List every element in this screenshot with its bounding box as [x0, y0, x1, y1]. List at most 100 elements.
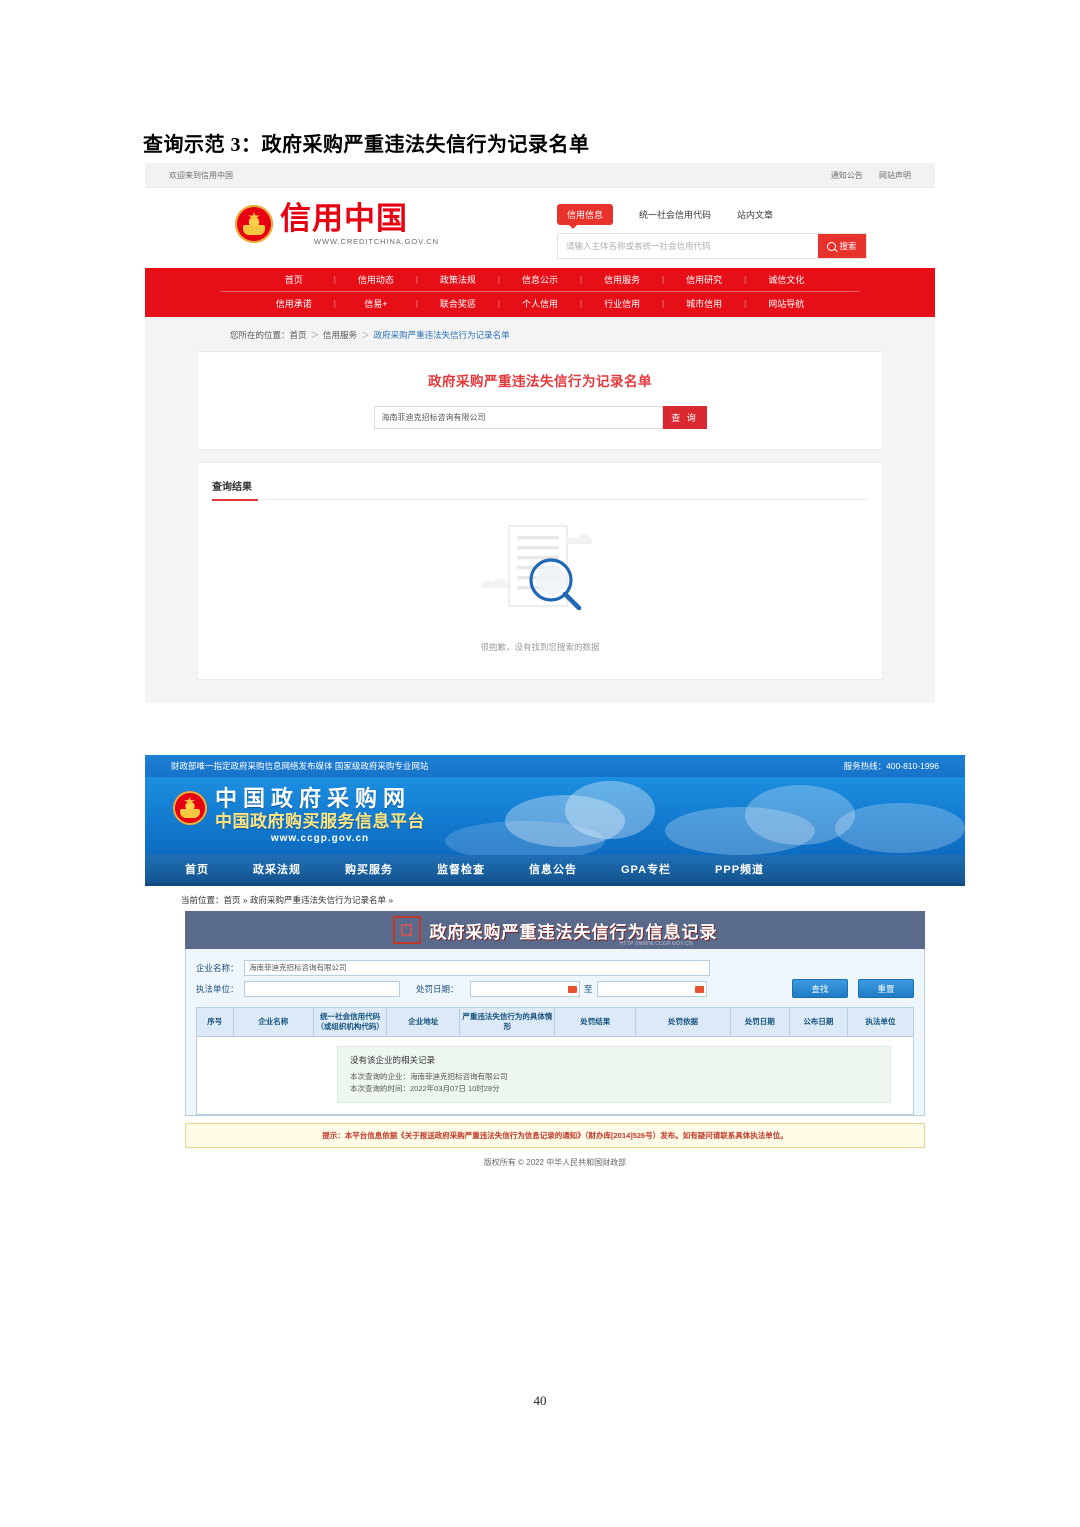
creditchina-topbar: 欢迎来到信用中国 通知公告 网站声明: [145, 163, 935, 188]
creditchina-nav: 首页 | 信用动态 | 政策法规 | 信息公示 | 信用服务 | 信用研究 | …: [145, 268, 935, 317]
breadcrumb-item-service[interactable]: 信用服务: [323, 330, 357, 340]
queried-time: 本次查询的时间：2022年03月07日 10时28分: [350, 1084, 500, 1093]
agency-date-row: 执法单位： 处罚日期： 至 查找 重置: [196, 978, 914, 999]
ccgp-slogan: 财政部唯一指定政府采购信息网络发布媒体 国家级政府采购专业网站: [171, 761, 429, 771]
th-violation-details: 严重违法失信行为的具体情形: [459, 1007, 556, 1037]
link-notices[interactable]: 通知公告: [831, 171, 863, 180]
ccgp-nav-purchase-service[interactable]: 购买服务: [345, 861, 393, 877]
table-header-row: 序号 企业名称 统一社会信用代码（或组织机构代码） 企业地址 严重违法失信行为的…: [196, 1007, 914, 1037]
ccgp-nav-ppp[interactable]: PPP频道: [715, 861, 764, 877]
search-input[interactable]: 请输入主体名称或者统一社会信用代码: [558, 234, 818, 258]
creditchina-logo[interactable]: 信用中国 WWW.CREDITCHINA.GOV.CN: [235, 202, 439, 246]
cloud-decor-icon: [835, 803, 965, 853]
tab-site-articles[interactable]: 站内文章: [737, 208, 773, 221]
th-enforcement-agency: 执法单位: [847, 1007, 914, 1037]
logo-url: WWW.CREDITCHINA.GOV.CN: [314, 237, 439, 246]
nav-item-integrity-culture[interactable]: 诚信文化: [746, 273, 826, 286]
link-site-statement[interactable]: 网站声明: [879, 171, 911, 180]
search-button-label: 搜索: [839, 241, 857, 251]
creditchina-header: 信用中国 WWW.CREDITCHINA.GOV.CN 信用信息 统一社会信用代…: [145, 188, 935, 268]
punish-date-label: 处罚日期：: [416, 983, 459, 994]
ccgp-nav-announcements[interactable]: 信息公告: [529, 861, 577, 877]
ccgp-nav-regulations[interactable]: 政采法规: [253, 861, 301, 877]
th-penalty-result: 处罚结果: [554, 1007, 636, 1037]
ccgp-body: 当前位置：首页 » 政府采购严重违法失信行为记录名单 » 囗 政府采购严重违法失…: [145, 886, 965, 1168]
company-label: 企业名称：: [196, 962, 239, 973]
national-emblem-icon: [173, 791, 207, 825]
empty-state-text: 很抱歉，没有找到您搜索的数据: [480, 642, 600, 652]
reset-button[interactable]: 重置: [858, 979, 914, 998]
no-record-area: 没有该企业的相关记录 本次查询的企业：海南菲迪克招标咨询有限公司 本次查询的时间…: [196, 1037, 914, 1115]
logo-title: 信用中国: [280, 201, 408, 237]
ccgp-record-title-bar: 囗 政府采购严重违法失信行为信息记录 HTTP://WWW.CCGP.GOV.C…: [185, 911, 925, 949]
nav-item-industry-credit[interactable]: 行业信用: [582, 297, 662, 310]
nav-item-joint-rewards[interactable]: 联合奖惩: [418, 297, 498, 310]
search-tabs: 信用信息 统一社会信用代码 站内文章: [557, 203, 867, 229]
tab-credit-info[interactable]: 信用信息: [557, 203, 614, 229]
calendar-icon[interactable]: [568, 983, 577, 993]
results-panel: 查询结果 很抱歉，没有找到您搜索的数据: [197, 462, 883, 680]
search-button[interactable]: 查找: [792, 979, 848, 998]
ccgp-record-title: 政府采购严重违法失信行为信息记录: [429, 922, 718, 942]
search-icon: [827, 241, 837, 251]
ccgp-logo[interactable]: 中国政府采购网 中国政府购买服务信息平台 www.ccgp.gov.cn: [173, 787, 425, 844]
nav-item-site-map[interactable]: 网站导航: [746, 297, 826, 310]
date-to-input[interactable]: [596, 980, 707, 997]
th-credit-code: 统一社会信用代码（或组织机构代码）: [313, 1007, 388, 1037]
breadcrumb-separator: ＞: [361, 330, 370, 340]
agency-input[interactable]: [244, 980, 400, 997]
breadcrumb-item-home[interactable]: 首页: [290, 330, 307, 340]
breadcrumb-prefix: 您所在的位置：: [230, 330, 290, 340]
ccgp-nav-supervision[interactable]: 监督检查: [437, 861, 485, 877]
results-title: 查询结果: [212, 482, 252, 493]
nav-row-secondary: 信用承诺 | 信易+ | 联合奖惩 | 个人信用 | 行业信用 | 城市信用 |…: [145, 292, 935, 315]
date-from-input[interactable]: [470, 980, 580, 997]
nav-item-xinyi-plus[interactable]: 信易+: [336, 297, 416, 310]
ccgp-nav: 首页 政采法规 购买服务 监督检查 信息公告 GPA专栏 PPP频道: [145, 855, 965, 886]
results-divider: [212, 499, 868, 501]
queried-company: 本次查询的企业：海南菲迪克招标咨询有限公司: [350, 1072, 508, 1081]
company-input[interactable]: 海南菲迪克招标咨询有限公司: [244, 959, 710, 976]
nav-item-personal-credit[interactable]: 个人信用: [500, 297, 580, 310]
ccgp-nav-home[interactable]: 首页: [185, 861, 209, 877]
nav-item-policy[interactable]: 政策法规: [418, 273, 498, 286]
nav-item-credit-news[interactable]: 信用动态: [336, 273, 416, 286]
th-index: 序号: [196, 1007, 234, 1037]
no-record-headline: 没有该企业的相关记录: [350, 1055, 436, 1065]
national-emblem-icon: [235, 205, 273, 243]
nav-item-city-credit[interactable]: 城市信用: [664, 297, 744, 310]
query-button[interactable]: 查 询: [662, 406, 707, 429]
calendar-icon[interactable]: [694, 983, 704, 993]
ccgp-hotline: 服务热线：400-810-1996: [843, 761, 939, 771]
nav-item-disclosure[interactable]: 信息公示: [500, 273, 580, 286]
company-name-input[interactable]: 海南菲迪克招标咨询有限公司: [373, 406, 663, 429]
ccgp-banner: 中国政府采购网 中国政府购买服务信息平台 www.ccgp.gov.cn: [145, 777, 965, 855]
ccgp-nav-gpa[interactable]: GPA专栏: [621, 861, 671, 877]
query-panel-title: 政府采购严重违法失信行为记录名单: [428, 374, 652, 389]
creditchina-screenshot: 欢迎来到信用中国 通知公告 网站声明 信用中国 WWW.CREDITCHINA.…: [145, 163, 935, 703]
th-company-address: 企业地址: [386, 1007, 461, 1037]
nav-item-credit-promise[interactable]: 信用承诺: [254, 297, 334, 310]
query-panel: 政府采购严重违法失信行为记录名单 海南菲迪克招标咨询有限公司 查 询: [197, 351, 883, 450]
tab-social-credit-code[interactable]: 统一社会信用代码: [639, 208, 711, 221]
page-title: 查询示范 3：政府采购严重违法失信行为记录名单: [143, 134, 590, 156]
nav-item-home[interactable]: 首页: [254, 273, 334, 286]
query-form: 海南菲迪克招标咨询有限公司 查 询: [198, 406, 882, 429]
search-box: 请输入主体名称或者统一社会信用代码 搜索: [557, 233, 867, 259]
th-publish-date: 公布日期: [788, 1007, 849, 1037]
nav-item-credit-service[interactable]: 信用服务: [582, 273, 662, 286]
nav-item-credit-research[interactable]: 信用研究: [664, 273, 744, 286]
th-company-name: 企业名称: [232, 1007, 315, 1037]
ccgp-query-panel: 企业名称： 海南菲迪克招标咨询有限公司 执法单位： 处罚日期： 至 查找 重置 …: [185, 949, 925, 1116]
ccgp-screenshot: 财政部唯一指定政府采购信息网络发布媒体 国家级政府采购专业网站 服务热线：400…: [145, 755, 965, 1215]
breadcrumb-item-current: 政府采购严重违法失信行为记录名单: [373, 330, 510, 340]
ccgp-topstrip: 财政部唯一指定政府采购信息网络发布媒体 国家级政府采购专业网站 服务热线：400…: [145, 755, 965, 777]
ccgp-url: www.ccgp.gov.cn: [270, 833, 370, 844]
ccgp-breadcrumb: 当前位置：首页 » 政府采购严重违法失信行为记录名单 »: [181, 895, 394, 905]
ccgp-record-title-url: HTTP://WWW.CCGP.GOV.CN: [619, 941, 693, 947]
company-row: 企业名称： 海南菲迪克招标咨询有限公司: [196, 957, 914, 978]
ccgp-title-line2: 中国政府购买服务信息平台: [215, 812, 425, 832]
search-button[interactable]: 搜索: [818, 234, 866, 258]
th-penalty-date: 处罚日期: [730, 1007, 790, 1037]
no-data-illustration-icon: [481, 525, 592, 611]
